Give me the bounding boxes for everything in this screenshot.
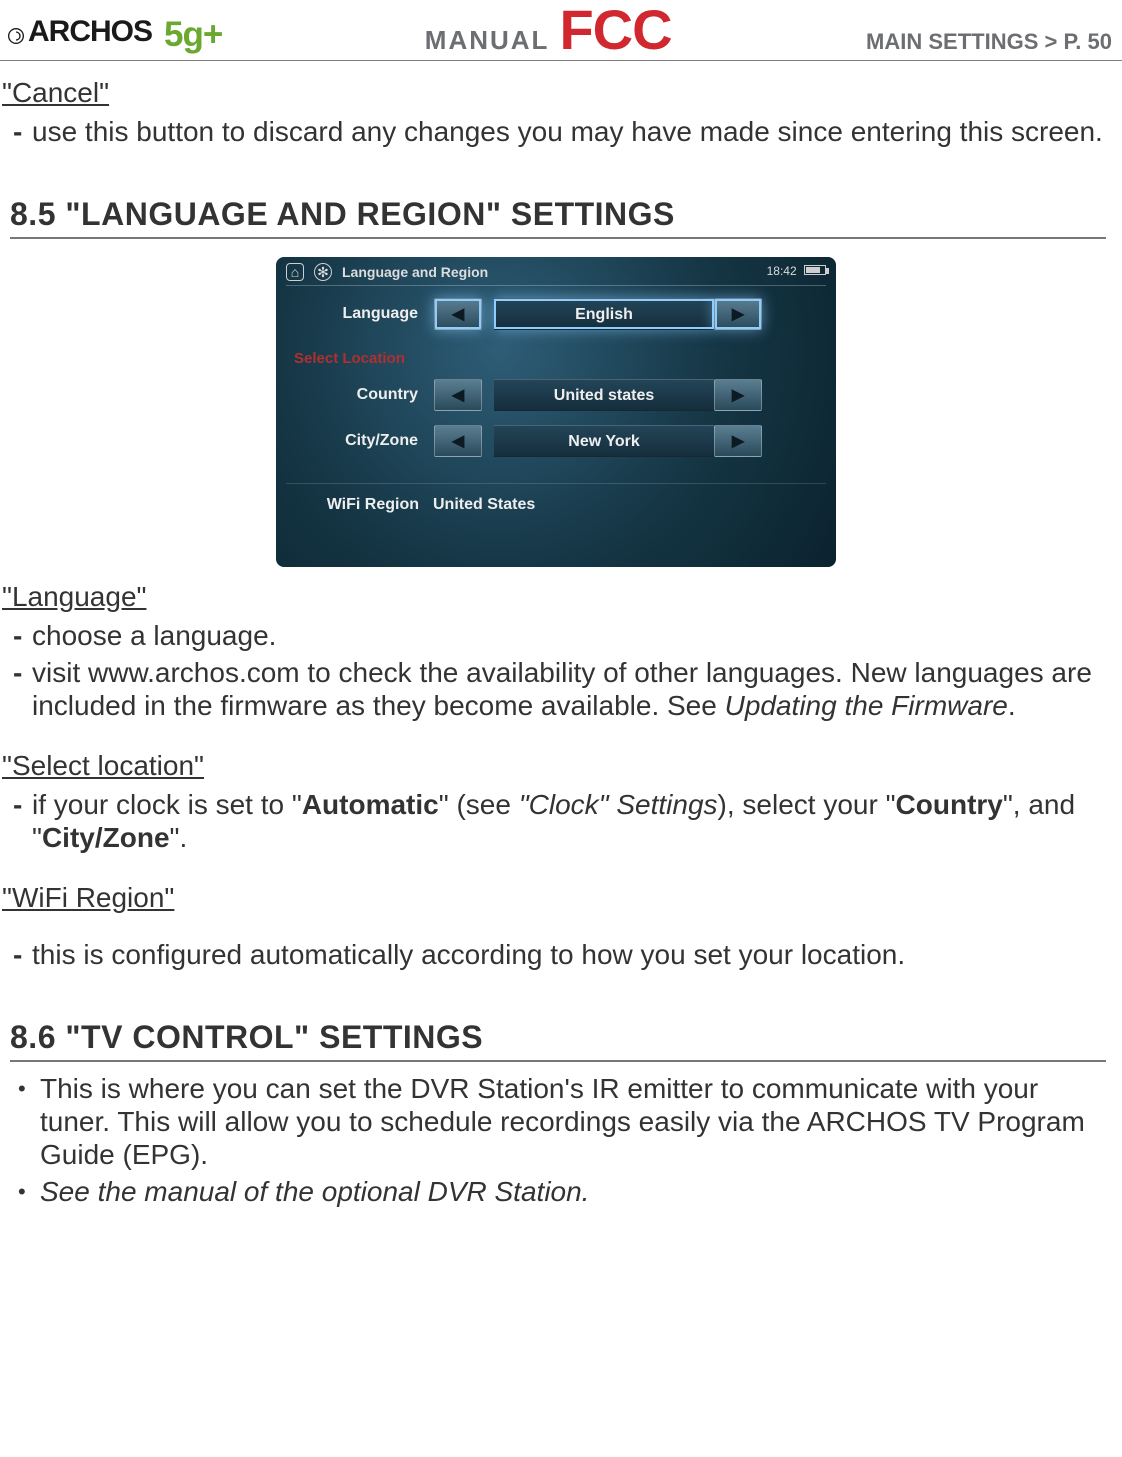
manual-label: MANUAL xyxy=(425,25,550,56)
tv-control-list: This is where you can set the DVR Statio… xyxy=(0,1072,1112,1208)
select-location-subhead: Select Location xyxy=(294,350,818,367)
row-label: City/Zone xyxy=(294,432,434,450)
header-middle: MANUAL FCC xyxy=(425,8,672,56)
list-item: visit www.archos.com to check the availa… xyxy=(32,656,1112,722)
italic-text: See the manual of the optional DVR Stati… xyxy=(40,1176,589,1207)
select-location-list: if your clock is set to "Automatic" (see… xyxy=(0,788,1112,854)
wifi-region-row: WiFi Region United States xyxy=(286,483,826,516)
screen-title: Language and Region xyxy=(342,264,488,280)
status-left: ⌂ ✻ Language and Region xyxy=(286,263,488,281)
bold-text: City/Zone xyxy=(42,822,170,853)
header-left: ARCHOS 5g+ xyxy=(8,15,230,49)
section-8-5-heading: 8.5 "Language and Region" Settings xyxy=(10,196,1106,239)
list-item: This is where you can set the DVR Statio… xyxy=(40,1072,1112,1171)
arrow-left-icon[interactable]: ◀ xyxy=(434,425,482,457)
page-header: ARCHOS 5g+ MANUAL FCC MAIN SETTINGS > P.… xyxy=(0,0,1122,60)
term-language: "Language" xyxy=(0,581,1112,613)
status-bar: ⌂ ✻ Language and Region 18:42 xyxy=(286,263,826,286)
list-item: See the manual of the optional DVR Stati… xyxy=(40,1175,1112,1208)
fcc-label: FCC xyxy=(559,8,671,53)
wifi-value: United States xyxy=(433,496,535,514)
city-row: City/Zone ◀ New York ▶ xyxy=(286,423,826,459)
list-item: choose a language. xyxy=(32,619,1112,652)
cancel-list: use this button to discard any changes y… xyxy=(0,115,1112,148)
text-span: ), select your " xyxy=(718,789,896,820)
battery-icon xyxy=(804,265,826,275)
arrow-left-icon[interactable]: ◀ xyxy=(434,379,482,411)
settings-icon[interactable]: ✻ xyxy=(314,263,332,281)
list-item: if your clock is set to "Automatic" (see… xyxy=(32,788,1112,854)
language-list: choose a language. visit www.archos.com … xyxy=(0,619,1112,722)
header-right: MAIN SETTINGS > P. 50 xyxy=(866,29,1112,55)
term-cancel: "Cancel" xyxy=(0,77,1112,109)
italic-text: "Clock" Settings xyxy=(519,789,718,820)
status-right: 18:42 xyxy=(767,265,826,278)
text-span: if your clock is set to " xyxy=(32,789,302,820)
term-wifi-region: "WiFi Region" xyxy=(0,882,1112,914)
italic-text: Updating the Firmware xyxy=(725,690,1008,721)
row-label: Language xyxy=(294,305,434,323)
text-span: " (see xyxy=(439,789,519,820)
arrow-right-icon[interactable]: ▶ xyxy=(714,425,762,457)
bold-text: Country xyxy=(896,789,1003,820)
wifi-region-list: this is configured automatically accordi… xyxy=(0,938,1112,971)
row-label: WiFi Region xyxy=(294,496,419,514)
arrow-left-icon[interactable]: ◀ xyxy=(434,298,482,330)
text-span: ". xyxy=(170,822,188,853)
model-text: 5g+ xyxy=(164,21,222,49)
text-span: . xyxy=(1008,690,1016,721)
language-value[interactable]: English xyxy=(494,298,714,330)
list-item: use this button to discard any changes y… xyxy=(32,115,1112,148)
brand-text: ARCHOS xyxy=(28,15,152,49)
home-icon[interactable]: ⌂ xyxy=(286,263,304,281)
country-row: Country ◀ United states ▶ xyxy=(286,377,826,413)
device-screen: ⌂ ✻ Language and Region 18:42 Language ◀… xyxy=(276,257,836,567)
arrow-right-icon[interactable]: ▶ xyxy=(714,379,762,411)
brand-logo: ARCHOS xyxy=(8,15,152,49)
section-8-6-heading: 8.6 "TV control" Settings xyxy=(10,1019,1106,1062)
bold-text: Automatic xyxy=(302,789,439,820)
term-select-location: "Select location" xyxy=(0,750,1112,782)
row-label: Country xyxy=(294,386,434,404)
language-row: Language ◀ English ▶ xyxy=(286,296,826,332)
list-item: this is configured automatically accordi… xyxy=(32,938,1112,971)
clock-text: 18:42 xyxy=(767,264,797,278)
country-value[interactable]: United states xyxy=(494,379,714,411)
page-content: "Cancel" use this button to discard any … xyxy=(0,61,1122,1208)
arrow-right-icon[interactable]: ▶ xyxy=(714,298,762,330)
city-value[interactable]: New York xyxy=(494,425,714,457)
device-screenshot: ⌂ ✻ Language and Region 18:42 Language ◀… xyxy=(0,257,1112,567)
